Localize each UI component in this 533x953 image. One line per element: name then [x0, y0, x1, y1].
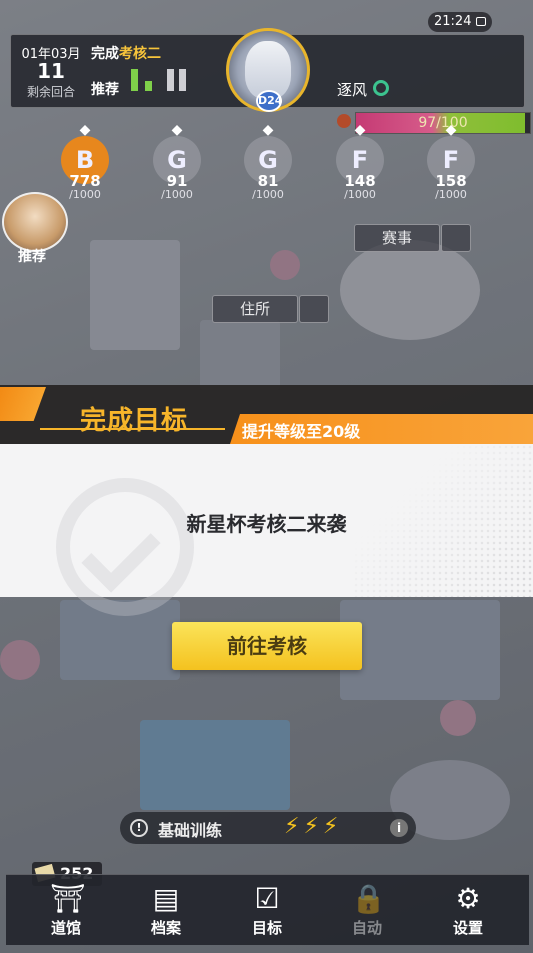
nav-label: 自动 [351, 919, 382, 937]
auto-lock-icon: 🔒 [351, 882, 386, 915]
task-prefix: 完成 [91, 46, 119, 62]
map-label-race[interactable]: 赛事 [354, 224, 471, 252]
stat-0[interactable]: ◆ B 778/1000 [55, 122, 115, 208]
energy-bolts-icon: ⚡⚡⚡ [284, 814, 343, 839]
strength-icon: ◆ [79, 122, 91, 138]
map-label-residence[interactable]: 住所 [212, 295, 329, 323]
task-highlight: 考核二 [119, 46, 161, 62]
nav-label: 设置 [452, 919, 483, 937]
nav-item-0[interactable]: ⛩ 道馆 [16, 875, 116, 945]
stat-max: /1000 [252, 188, 284, 201]
home-icon [299, 295, 329, 323]
training-bar[interactable]: ! 基础训练 ⚡⚡⚡ i [120, 812, 416, 844]
map-label-race-text: 赛事 [381, 229, 412, 247]
current-task[interactable]: 完成考核二 [91, 43, 161, 63]
training-label: 基础训练 [158, 821, 223, 840]
nav-label: 目标 [251, 919, 282, 937]
status-clock: 21:24 [428, 12, 492, 32]
goto-exam-button[interactable]: 前往考核 [172, 622, 362, 670]
info-icon[interactable]: i [390, 819, 408, 837]
stamina-meat-icon [337, 114, 351, 128]
stat-2[interactable]: ◆ G 81/1000 [238, 122, 298, 208]
endurance-icon: ◆ [262, 122, 274, 138]
time-text: 21:24 [434, 14, 472, 29]
bottom-navigation: ⛩ 道馆 ▤ 档案 ☑ 目标 🔒 自动 ⚙ 设置 [6, 874, 529, 945]
nav-item-4[interactable]: ⚙ 设置 [418, 875, 518, 945]
level-bar [179, 69, 186, 91]
rounds-left-count: 11 [37, 59, 65, 83]
archive-icon: ▤ [152, 882, 180, 915]
wind-icon [373, 80, 389, 96]
settings-gear-icon: ⚙ [455, 882, 481, 915]
mind-icon: ◆ [445, 122, 457, 138]
level-bar [145, 81, 152, 91]
goal-description: 新星杯考核二来袭 [186, 512, 347, 536]
rank-badge: D24 [256, 90, 282, 112]
trophy-icon [441, 224, 471, 252]
nav-label: 档案 [150, 919, 181, 937]
nav-label: 道馆 [50, 919, 81, 937]
stat-1[interactable]: ◆ G 91/1000 [147, 122, 207, 208]
stat-max: /1000 [344, 188, 376, 201]
stat-3[interactable]: ◆ F 148/1000 [330, 122, 390, 208]
goal-title: 完成目标 [80, 406, 189, 436]
recommend-avatar-label: 推荐 [18, 249, 46, 265]
rounds-left-label: 剩余回合 [26, 85, 75, 99]
battery-icon [476, 17, 486, 26]
recommend-character-avatar[interactable] [2, 192, 68, 252]
level-bar [167, 69, 174, 91]
stat-max: /1000 [161, 188, 193, 201]
map-label-residence-text: 住所 [239, 300, 270, 318]
goal-icon: ☑ [254, 882, 280, 915]
stat-max: /1000 [435, 188, 467, 201]
gym-icon: ⛩ [50, 882, 86, 915]
level-bar [131, 69, 138, 91]
nav-item-1[interactable]: ▤ 档案 [116, 875, 216, 945]
stat-4[interactable]: ◆ F 158/1000 [421, 122, 481, 208]
alert-icon: ! [130, 819, 148, 837]
horse-name: 逐风 [337, 81, 368, 99]
speed-icon: ◆ [171, 122, 183, 138]
stat-max: /1000 [69, 188, 101, 201]
skill-icon: ◆ [354, 122, 366, 138]
recommend-label: 推荐 [91, 82, 119, 98]
nav-item-2[interactable]: ☑ 目标 [217, 875, 317, 945]
goal-title-underline [40, 428, 225, 430]
nav-item-3[interactable]: 🔒 自动 [317, 875, 417, 945]
